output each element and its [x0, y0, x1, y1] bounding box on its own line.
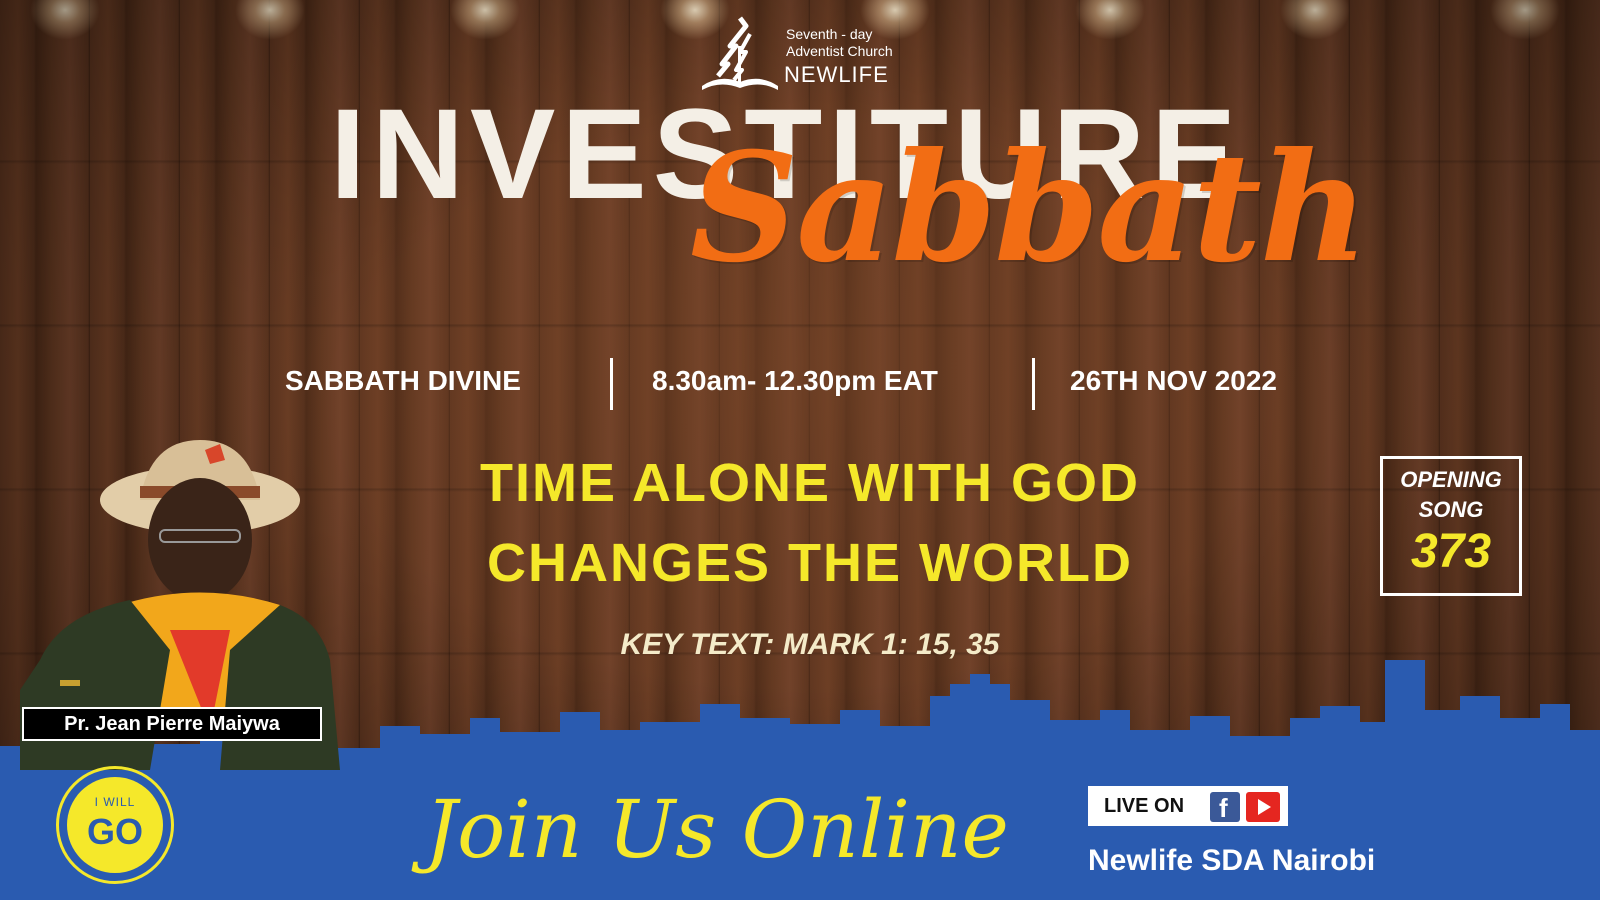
divider	[1032, 358, 1035, 410]
youtube-icon[interactable]	[1246, 792, 1280, 822]
i-will-go-badge-inner: I WILL GO	[67, 777, 163, 873]
opening-song-label-1: OPENING	[1400, 467, 1502, 492]
service-time: 8.30am- 12.30pm EAT	[652, 365, 938, 396]
channel-name: Newlife SDA Nairobi	[1088, 844, 1376, 877]
service-date: 26TH NOV 2022	[1070, 365, 1277, 396]
service-name: SABBATH DIVINE	[285, 365, 521, 396]
opening-song-box: OPENING SONG 373	[1380, 456, 1522, 596]
title-script: Sabbath	[690, 120, 1369, 296]
theme-line-1: TIME ALONE WITH GOD	[480, 453, 1140, 513]
live-on-label: LIVE ON	[1104, 795, 1185, 817]
badge-line-1: I WILL	[94, 795, 136, 809]
opening-song-number: 373	[1410, 525, 1492, 578]
theme-line-2: CHANGES THE WORLD	[487, 533, 1133, 593]
join-us-online: Join Us Online	[425, 783, 1009, 876]
logo-line-1: Seventh - day	[786, 26, 873, 42]
key-text: KEY TEXT: MARK 1: 15, 35	[620, 628, 1000, 661]
i-will-go-badge: I WILL GO	[56, 766, 174, 884]
live-on-box: LIVE ON f	[1088, 786, 1288, 826]
facebook-icon[interactable]: f	[1210, 792, 1240, 823]
opening-song-label-2: SONG	[1418, 497, 1484, 522]
logo-line-2: Adventist Church	[786, 43, 893, 59]
divider	[610, 358, 613, 410]
badge-line-2: GO	[86, 811, 143, 852]
speaker-name-tag: Pr. Jean Pierre Maiywa	[22, 707, 322, 741]
